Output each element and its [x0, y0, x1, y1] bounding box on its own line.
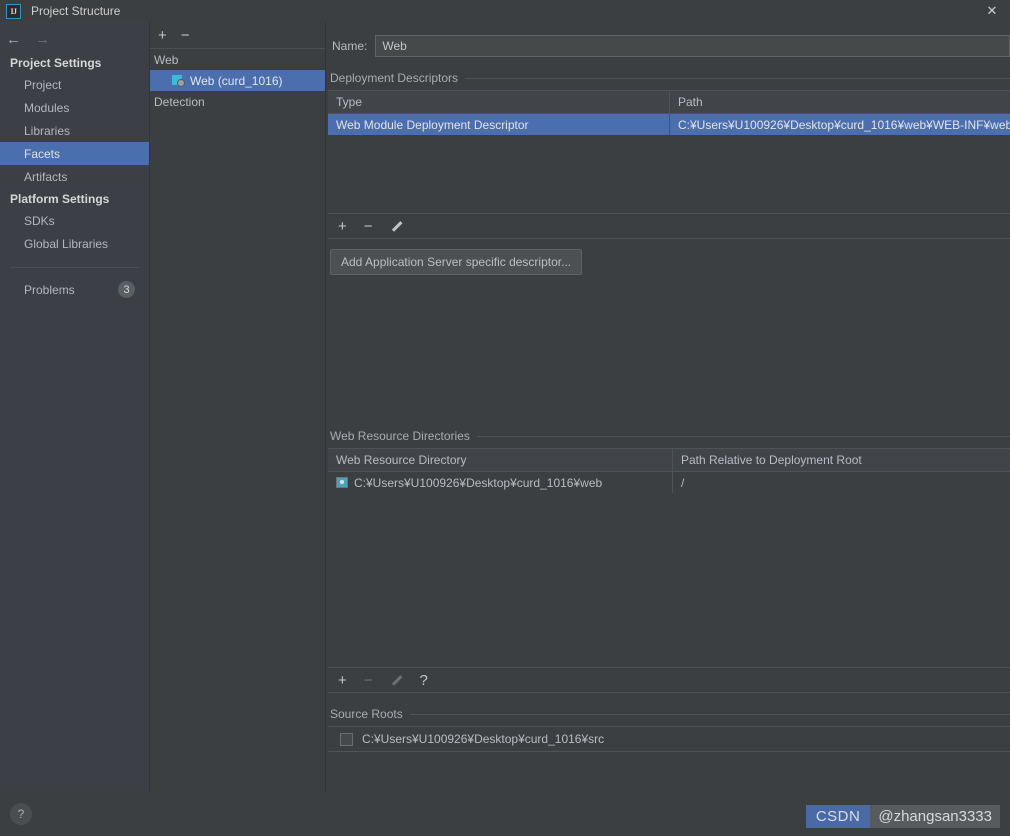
name-label: Name:: [332, 39, 368, 53]
dialog-footer: ? CSDN @zhangsan3333: [0, 792, 1010, 836]
forward-arrow-icon[interactable]: →: [35, 32, 50, 47]
close-icon[interactable]: ✕: [974, 0, 1010, 22]
web-resource-directories-toolbar: + − ?: [328, 668, 1010, 693]
web-facet-icon: [172, 74, 185, 87]
table-body: Web Module Deployment Descriptor C:¥User…: [328, 114, 1010, 135]
project-structure-dialog: IJ Project Structure ✕ ← → Project Setti…: [0, 0, 1010, 836]
section-divider: [476, 435, 1010, 437]
sidebar-item-global-libraries[interactable]: Global Libraries: [0, 232, 149, 255]
table-header: Type Path: [328, 91, 1010, 114]
column-header-type[interactable]: Type: [328, 91, 670, 113]
sidebar-item-problems[interactable]: Problems 3: [0, 278, 149, 301]
watermark: CSDN @zhangsan3333: [805, 805, 1000, 828]
facet-tree-group-detection[interactable]: Detection: [150, 91, 325, 112]
facet-tree-panel: + − Web Web (curd_1016) Detection: [150, 22, 326, 792]
add-descriptor-icon[interactable]: +: [338, 219, 347, 234]
problems-count-badge: 3: [118, 281, 135, 298]
deployment-descriptors-table: Type Path Web Module Deployment Descript…: [328, 90, 1010, 214]
back-arrow-icon[interactable]: ←: [6, 32, 21, 47]
remove-web-resource-icon[interactable]: −: [364, 673, 373, 688]
table-row[interactable]: Web Module Deployment Descriptor C:¥User…: [328, 114, 1010, 135]
sidebar-item-facets[interactable]: Facets: [0, 142, 149, 165]
web-resource-directories-table: Web Resource Directory Path Relative to …: [328, 448, 1010, 668]
remove-facet-icon[interactable]: −: [181, 28, 190, 43]
navigation-arrows: ← →: [0, 26, 149, 52]
sidebar-item-project[interactable]: Project: [0, 73, 149, 96]
sidebar-divider: [10, 267, 139, 268]
edit-web-resource-pencil-icon[interactable]: [390, 674, 403, 687]
cell-web-resource-directory: C:¥Users¥U100926¥Desktop¥curd_1016¥web: [328, 472, 673, 493]
section-divider: [409, 713, 1010, 715]
edit-descriptor-pencil-icon[interactable]: [390, 220, 403, 233]
watermark-user: @zhangsan3333: [870, 805, 1000, 828]
column-header-web-resource-directory[interactable]: Web Resource Directory: [328, 449, 673, 471]
table-row[interactable]: C:¥Users¥U100926¥Desktop¥curd_1016¥web /: [328, 472, 1010, 493]
facet-toolbar: + −: [150, 22, 325, 49]
facet-tree-item-label: Web (curd_1016): [190, 73, 283, 88]
window-title: Project Structure: [31, 4, 121, 18]
deployment-descriptors-section-header: Deployment Descriptors: [330, 71, 1010, 85]
add-application-server-descriptor-button[interactable]: Add Application Server specific descript…: [330, 249, 583, 275]
sidebar-item-artifacts[interactable]: Artifacts: [0, 165, 149, 188]
help-icon[interactable]: ?: [10, 803, 32, 825]
name-row: Name:: [328, 22, 1010, 57]
facet-tree-group-web[interactable]: Web: [150, 49, 325, 70]
source-roots-section-header: Source Roots: [330, 707, 1010, 721]
facet-details-panel: Name: Deployment Descriptors Type Path: [326, 22, 1010, 792]
add-facet-icon[interactable]: +: [158, 28, 167, 43]
title-bar: IJ Project Structure ✕: [0, 0, 1010, 22]
sidebar-group-project-settings: Project Settings: [10, 56, 102, 70]
cell-directory-text: C:¥Users¥U100926¥Desktop¥curd_1016¥web: [354, 475, 603, 490]
column-header-path[interactable]: Path: [670, 91, 1010, 113]
cell-relative-path: /: [681, 475, 685, 490]
source-root-row[interactable]: C:¥Users¥U100926¥Desktop¥curd_1016¥src: [328, 726, 1010, 752]
sidebar-item-sdks[interactable]: SDKs: [0, 209, 149, 232]
table-body: C:¥Users¥U100926¥Desktop¥curd_1016¥web /: [328, 472, 1010, 493]
intellij-idea-icon: IJ: [6, 3, 21, 19]
web-resource-help-icon[interactable]: ?: [420, 673, 428, 688]
source-root-checkbox[interactable]: [340, 732, 353, 746]
section-divider: [465, 77, 1010, 79]
deployment-descriptors-label: Deployment Descriptors: [330, 71, 459, 85]
remove-descriptor-icon[interactable]: −: [364, 219, 373, 234]
sidebar-group-platform-settings: Platform Settings: [10, 192, 110, 206]
source-roots-label: Source Roots: [330, 707, 403, 721]
watermark-brand: CSDN: [805, 805, 871, 828]
sidebar-item-libraries[interactable]: Libraries: [0, 119, 149, 142]
add-web-resource-icon[interactable]: +: [338, 673, 347, 688]
deployment-descriptors-toolbar: + −: [328, 214, 1010, 239]
sidebar-item-problems-label: Problems: [24, 282, 75, 297]
web-resource-directories-label: Web Resource Directories: [330, 429, 470, 443]
column-header-path-relative[interactable]: Path Relative to Deployment Root: [673, 449, 1010, 471]
source-root-path: C:¥Users¥U100926¥Desktop¥curd_1016¥src: [362, 732, 605, 746]
web-resource-directories-section-header: Web Resource Directories: [330, 429, 1010, 443]
sidebar-item-modules[interactable]: Modules: [0, 96, 149, 119]
table-header: Web Resource Directory Path Relative to …: [328, 449, 1010, 472]
dialog-body: ← → Project Settings Project Modules Lib…: [0, 22, 1010, 792]
cell-type: Web Module Deployment Descriptor: [328, 114, 670, 135]
facet-tree-item-web-curd1016[interactable]: Web (curd_1016): [150, 70, 325, 91]
module-folder-icon: [336, 477, 348, 488]
cell-path: C:¥Users¥U100926¥Desktop¥curd_1016¥web¥W…: [678, 117, 1010, 132]
facet-name-input[interactable]: [375, 35, 1010, 57]
settings-sidebar: ← → Project Settings Project Modules Lib…: [0, 22, 150, 792]
